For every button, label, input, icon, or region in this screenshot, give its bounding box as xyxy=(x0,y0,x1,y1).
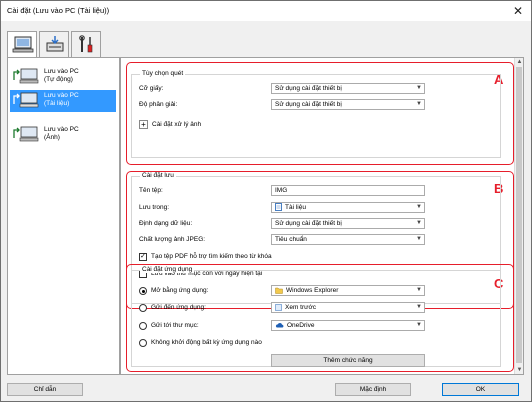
save-settings-title: Cài đặt lưu xyxy=(140,172,176,179)
tab-scan-from-computer[interactable] xyxy=(39,31,69,57)
chevron-down-icon: ▼ xyxy=(416,287,422,293)
send-to-app-label: Gửi đến ứng dụng: xyxy=(151,304,206,311)
settings-dialog: Cài đặt (Lưu vào PC (Tài liệu)) ✕ Lưu và… xyxy=(0,0,532,402)
sidebar-item-label: Lưu vào PC (Ảnh) xyxy=(44,126,79,141)
scanner-save-icon xyxy=(46,36,64,52)
no-app-radio[interactable] xyxy=(139,339,147,347)
sidebar-item-label: Lưu vào PC (Tự động) xyxy=(44,68,79,83)
resolution-label: Độ phân giải: xyxy=(139,101,178,108)
open-with-app-radio[interactable] xyxy=(139,287,147,295)
sidebar-item-save-to-pc-auto[interactable]: Lưu vào PC (Tự động) xyxy=(10,66,116,88)
data-format-label: Định dạng dữ liệu: xyxy=(139,220,193,227)
jpeg-quality-label: Chất lượng ảnh JPEG: xyxy=(139,236,206,243)
save-to-pc-document-icon xyxy=(13,92,39,108)
title-bar: Cài đặt (Lưu vào PC (Tài liệu)) ✕ xyxy=(1,1,531,21)
ok-button[interactable]: OK xyxy=(442,383,519,396)
vertical-scrollbar[interactable]: ▲ ▼ xyxy=(514,58,523,374)
open-with-app-label: Mở bằng ứng dụng: xyxy=(151,287,209,294)
computer-icon xyxy=(12,36,34,53)
dialog-footer: Chỉ dẫn Mặc định OK xyxy=(1,379,531,401)
chevron-down-icon: ▼ xyxy=(416,220,422,226)
defaults-button[interactable]: Mặc định xyxy=(335,383,411,396)
chevron-down-icon: ▼ xyxy=(416,85,422,91)
send-to-folder-label: Gửi tới thư mục: xyxy=(151,322,199,329)
scan-options-title: Tùy chọn quét xyxy=(140,70,186,77)
tools-icon xyxy=(79,35,93,53)
instructions-button[interactable]: Chỉ dẫn xyxy=(7,383,83,396)
scan-mode-list: Lưu vào PC (Tự động) Lưu vào PC (Tài liệ… xyxy=(7,57,120,375)
open-with-app-select[interactable]: Windows Explorer ▼ xyxy=(271,285,425,296)
scroll-up-icon[interactable]: ▲ xyxy=(516,58,523,66)
no-app-label: Không khởi động bất kỳ ứng dụng nào xyxy=(151,339,262,346)
paper-size-label: Cỡ giấy: xyxy=(139,85,164,92)
filename-field[interactable]: IMG xyxy=(271,185,425,196)
chevron-down-icon: ▼ xyxy=(416,101,422,107)
sidebar-item-label: Lưu vào PC (Tài liệu) xyxy=(44,92,79,107)
image-processing-label: Cài đặt xử lý ảnh xyxy=(152,121,202,128)
send-to-app-radio[interactable] xyxy=(139,304,147,312)
tab-scan-from-operation-panel[interactable] xyxy=(7,31,37,58)
close-icon[interactable]: ✕ xyxy=(511,4,525,18)
pdf-keyword-checkbox[interactable]: ✓ xyxy=(139,253,147,261)
send-to-folder-select[interactable]: OneDrive ▼ xyxy=(271,320,425,331)
send-to-folder-radio[interactable] xyxy=(139,322,147,330)
pdf-keyword-label: Tạo tệp PDF hỗ trợ tìm kiếm theo từ khóa xyxy=(151,253,272,260)
document-folder-icon xyxy=(275,203,282,212)
save-to-pc-photo-icon xyxy=(13,126,39,142)
save-in-select[interactable]: Tài liệu ▼ xyxy=(271,202,425,213)
save-in-label: Lưu trong: xyxy=(139,204,170,211)
tab-general-settings[interactable] xyxy=(71,31,101,57)
data-format-select[interactable]: Sử dụng cài đặt thiết bị ▼ xyxy=(271,218,425,229)
add-function-button[interactable]: Thêm chức năng xyxy=(271,354,425,367)
chevron-down-icon: ▼ xyxy=(416,236,422,242)
preview-icon xyxy=(275,303,282,311)
expand-image-processing-button[interactable]: + xyxy=(139,120,148,129)
scrollbar-thumb[interactable] xyxy=(516,67,522,363)
onedrive-cloud-icon xyxy=(275,323,284,328)
jpeg-quality-select[interactable]: Tiêu chuẩn ▼ xyxy=(271,234,425,245)
sidebar-item-save-to-pc-document[interactable]: Lưu vào PC (Tài liệu) xyxy=(10,90,116,112)
settings-panel: A Tùy chọn quét Cỡ giấy: Sử dụng cài đặt… xyxy=(120,57,524,375)
chevron-down-icon: ▼ xyxy=(416,322,422,328)
chevron-down-icon: ▼ xyxy=(416,304,422,310)
save-to-pc-auto-icon xyxy=(13,68,39,84)
send-to-app-select[interactable]: Xem trước ▼ xyxy=(271,302,425,313)
resolution-select[interactable]: Sử dụng cài đặt thiết bị ▼ xyxy=(271,99,425,110)
paper-size-select[interactable]: Sử dụng cài đặt thiết bị ▼ xyxy=(271,83,425,94)
folder-icon xyxy=(275,287,283,294)
scroll-down-icon[interactable]: ▼ xyxy=(516,366,523,374)
chevron-down-icon: ▼ xyxy=(416,204,422,210)
application-settings-title: Cài đặt ứng dụng xyxy=(140,266,195,273)
window-title: Cài đặt (Lưu vào PC (Tài liệu)) xyxy=(7,6,110,15)
filename-label: Tên tệp: xyxy=(139,187,163,194)
sidebar-item-save-to-pc-photo[interactable]: Lưu vào PC (Ảnh) xyxy=(10,124,116,146)
